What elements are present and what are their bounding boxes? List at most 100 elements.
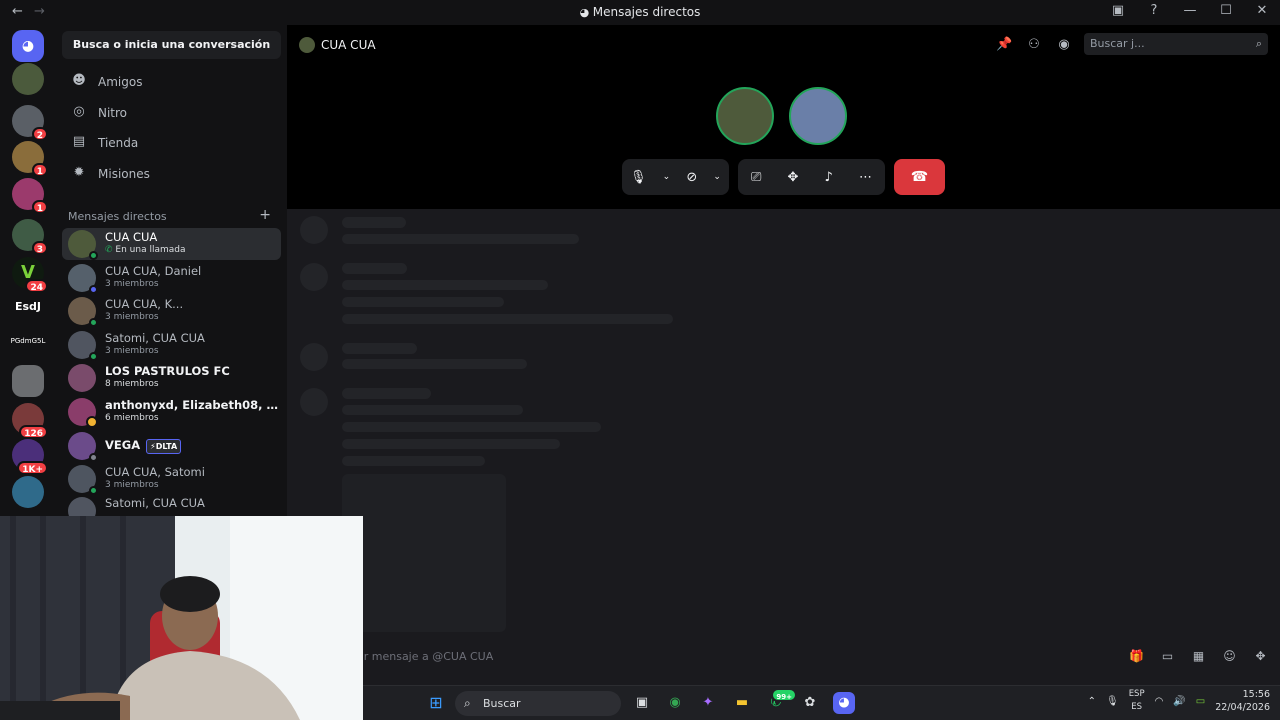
nav-nitro[interactable]: ◎ Nitro	[62, 98, 281, 128]
chevron-down-icon[interactable]: ⌄	[663, 172, 671, 182]
dm-item-vega[interactable]: VEGA ⚡DLTA	[62, 430, 281, 462]
call-participant-avatar[interactable]	[716, 87, 774, 145]
chevron-up-icon[interactable]: ⌃	[1088, 696, 1096, 707]
apps-icon[interactable]: ✥	[1253, 649, 1268, 663]
dm-item[interactable]: LOS PASTRULOS FC 8 miembros	[62, 362, 281, 394]
nav-quests[interactable]: ✹ Misiones	[62, 159, 281, 189]
channel-header: CUA CUA	[299, 37, 376, 53]
quests-icon: ✹	[73, 165, 85, 180]
server-icon[interactable]	[12, 365, 44, 397]
chatgpt-icon[interactable]: ✿	[799, 692, 821, 714]
inbox-icon[interactable]: ▣	[1110, 3, 1126, 18]
dm-item[interactable]: CUA CUA, Daniel 3 miembros	[62, 262, 281, 294]
loading-line	[342, 388, 431, 399]
dm-item[interactable]: CUA CUA, Satomi 3 miembros	[62, 463, 281, 495]
discord-taskbar-icon[interactable]: ◕	[833, 692, 855, 714]
loading-avatar	[300, 343, 328, 371]
loading-line	[342, 343, 417, 354]
language-indicator[interactable]: ESP ES	[1129, 688, 1145, 714]
camera-off-icon[interactable]: ⊘	[686, 170, 697, 185]
microphone-icon[interactable]: 🎙	[630, 170, 647, 185]
more-options-icon[interactable]: ⋯	[859, 170, 872, 185]
dm-item[interactable]: anthonyxd, Elizabeth08, Rodrii...6 miemb…	[62, 396, 281, 428]
dm-section-header: Mensajes directos	[68, 210, 167, 223]
user-profile-icon[interactable]: ◉	[1056, 37, 1072, 52]
add-friends-to-dm-icon[interactable]: ⚇	[1026, 37, 1042, 52]
soundboard-icon[interactable]: ♪	[825, 170, 833, 185]
search-icon: ⌕	[1255, 37, 1262, 50]
discord-home-icon[interactable]: ◕	[12, 30, 44, 62]
server-icon[interactable]: 3	[12, 219, 48, 255]
dm-item[interactable]: CUA CUA, K... 3 miembros	[62, 295, 281, 327]
avatar	[68, 331, 98, 361]
whatsapp-icon[interactable]: ✆ 99+	[765, 688, 797, 714]
search-input[interactable]: Buscar j... ⌕	[1084, 33, 1268, 55]
dm-item-cua-cua[interactable]: CUA CUA ✆ En una llamada	[62, 228, 281, 260]
window-title: ◕ Mensajes directos	[579, 5, 701, 19]
server-icon[interactable]: 126	[12, 403, 48, 439]
pin-icon[interactable]: 📌	[996, 37, 1012, 52]
hang-up-button[interactable]: ☎	[894, 159, 945, 195]
minimize-icon[interactable]: —	[1182, 3, 1198, 18]
sticker-icon[interactable]: ▦	[1191, 649, 1206, 663]
microphone-icon[interactable]: 🎙	[1106, 696, 1119, 707]
message-composer[interactable]: ar mensaje a @CUA CUA 🎁 ▭ ▦ ☺ ✥	[287, 640, 1280, 675]
gift-icon[interactable]: 🎁	[1129, 649, 1144, 663]
friends-icon: ☻	[72, 73, 86, 88]
loading-line	[342, 217, 406, 228]
message-input-placeholder: ar mensaje a @CUA CUA	[357, 650, 494, 663]
server-icon[interactable]: V 24	[12, 257, 48, 293]
loading-line	[342, 314, 673, 324]
copilot-icon[interactable]: ✦	[697, 692, 719, 714]
activities-icon[interactable]: ✥	[788, 170, 799, 185]
main-content: CUA CUA 📌 ⚇ ◉ Buscar j... ⌕ 🎙 ⌄ ⊘ ⌄ ⎚ ✥ …	[287, 25, 1280, 685]
server-label[interactable]: PGdmG5L	[6, 337, 50, 345]
file-explorer-icon[interactable]: ▬	[731, 692, 753, 714]
webcam-feed-image	[0, 516, 363, 720]
server-icon[interactable]	[12, 63, 44, 95]
server-icon[interactable]: 1	[12, 141, 48, 177]
loading-line	[342, 234, 579, 244]
taskbar-search[interactable]: ⌕ Buscar	[455, 691, 621, 716]
emoji-icon[interactable]: ☺	[1222, 649, 1237, 663]
avatar	[68, 398, 98, 428]
nav-friends[interactable]: ☻ Amigos	[62, 67, 281, 97]
chevron-down-icon[interactable]: ⌄	[713, 172, 721, 182]
clock[interactable]: 15:56 22/04/2026	[1215, 688, 1270, 714]
voice-call-panel: CUA CUA 📌 ⚇ ◉ Buscar j... ⌕ 🎙 ⌄ ⊘ ⌄ ⎚ ✥ …	[287, 25, 1280, 209]
dm-sidebar: Busca o inicia una conversación ☻ Amigos …	[56, 25, 287, 520]
chrome-icon[interactable]: ◉	[664, 692, 686, 714]
battery-icon[interactable]: ▭	[1196, 696, 1205, 707]
server-icon[interactable]	[12, 476, 44, 508]
screen-share-icon[interactable]: ⎚	[751, 170, 761, 185]
conversation-search-button[interactable]: Busca o inicia una conversación	[62, 31, 281, 59]
help-icon[interactable]: ?	[1146, 3, 1162, 18]
loading-line	[342, 456, 485, 466]
loading-line	[342, 263, 407, 274]
call-participant-avatar[interactable]	[789, 87, 847, 145]
loading-line	[342, 297, 504, 307]
server-icon[interactable]: 1	[12, 178, 48, 214]
server-label[interactable]: EsdJ	[6, 300, 50, 313]
server-icon[interactable]: 1K+	[12, 439, 48, 475]
loading-line	[342, 359, 527, 369]
dm-item[interactable]: Satomi, CUA CUA 3 miembros	[62, 329, 281, 361]
loading-avatar	[300, 388, 328, 416]
avatar	[68, 364, 96, 392]
windows-start-icon[interactable]: ⊞	[425, 692, 447, 714]
gif-icon[interactable]: ▭	[1160, 649, 1175, 663]
wifi-icon[interactable]: ◠	[1155, 696, 1164, 707]
avatar	[68, 465, 98, 495]
server-icon[interactable]: 2	[12, 105, 48, 141]
title-bar: ← → ◕ Mensajes directos ▣ ? — ☐ ✕	[0, 0, 1280, 25]
maximize-icon[interactable]: ☐	[1218, 3, 1234, 18]
loading-avatar	[300, 216, 328, 244]
close-icon[interactable]: ✕	[1254, 3, 1270, 18]
loading-line	[342, 405, 523, 415]
nav-shop[interactable]: ▤ Tienda	[62, 128, 281, 158]
task-view-icon[interactable]: ▣	[631, 692, 653, 714]
webcam-overlay	[0, 516, 363, 720]
server-list: ◕ 2 1 1 3 V 24 EsdJ PGdmG5L 126 1K+	[0, 25, 56, 520]
volume-icon[interactable]: 🔊	[1173, 696, 1185, 707]
new-dm-plus-icon[interactable]: +	[259, 207, 271, 223]
